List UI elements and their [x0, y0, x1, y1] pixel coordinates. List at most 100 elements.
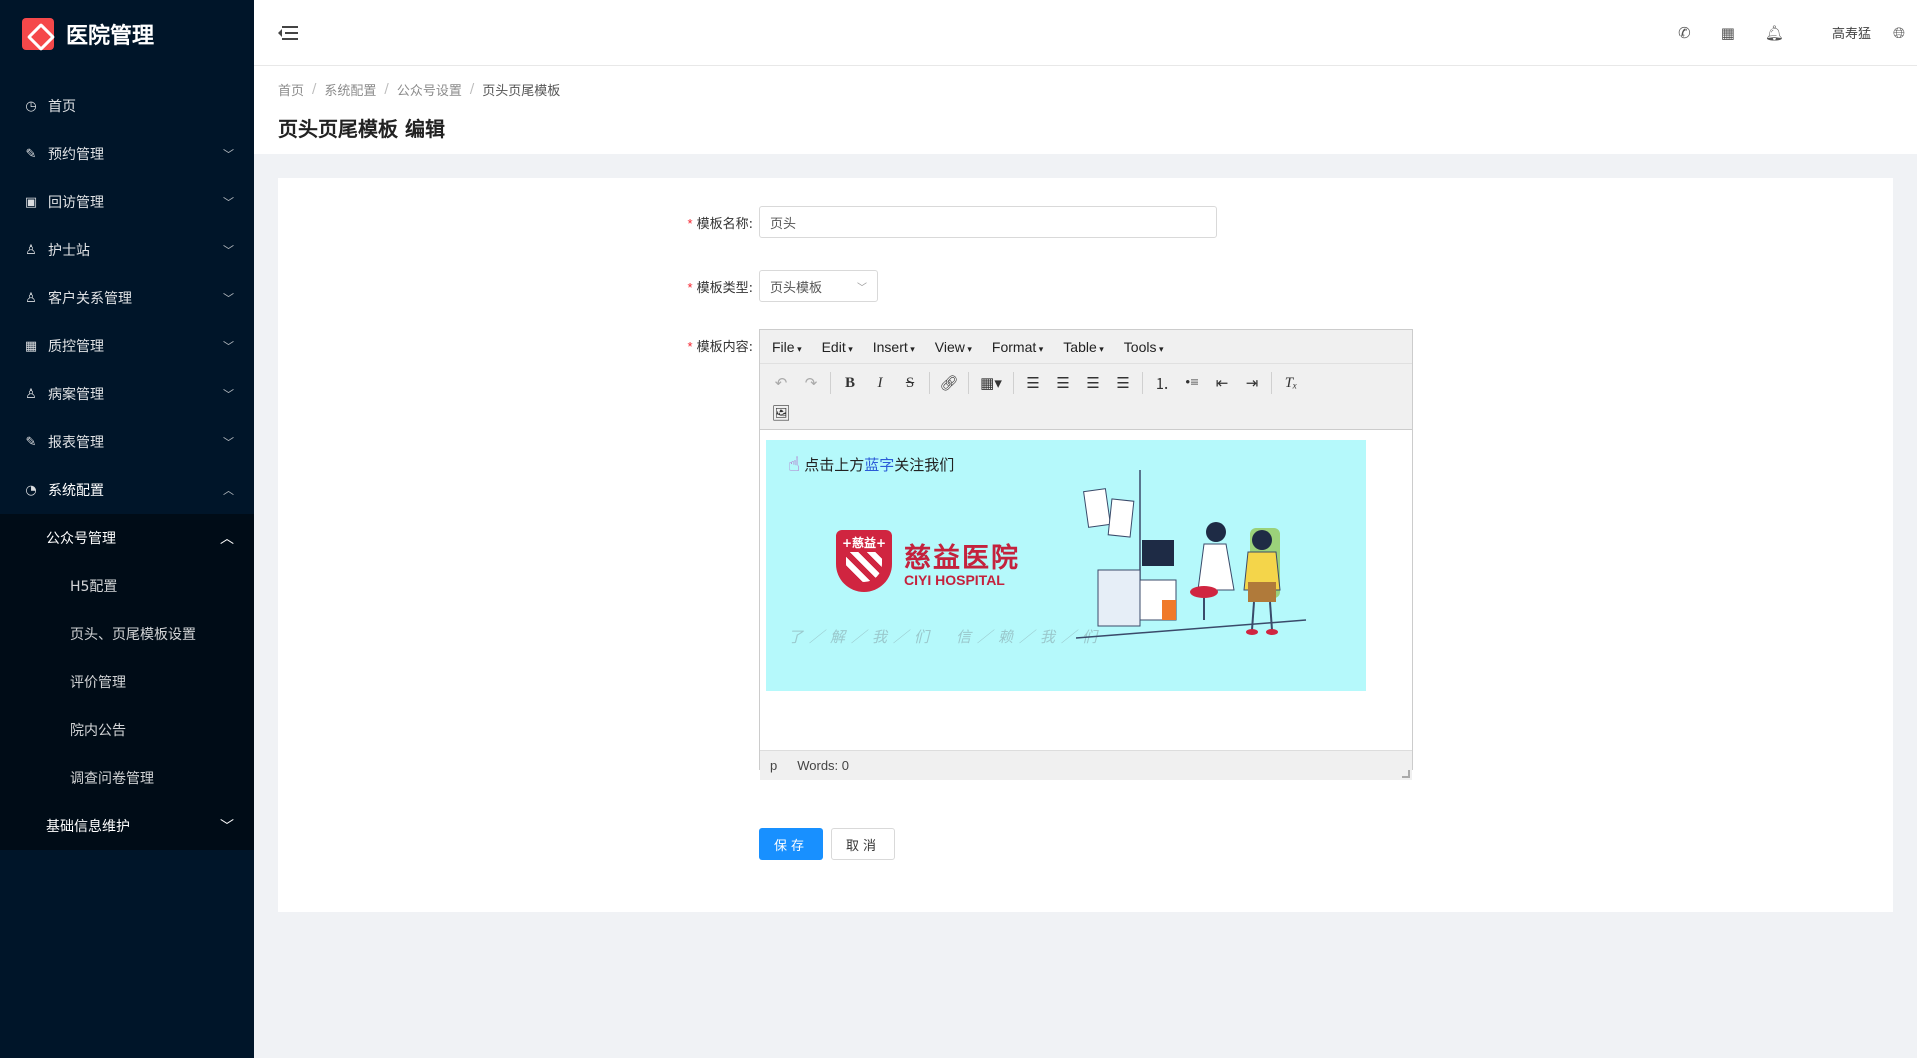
resize-handle-icon[interactable]	[1402, 770, 1410, 778]
pointer-hand-icon: ☝	[788, 452, 801, 476]
sidebar-item-h5[interactable]: H5配置	[0, 562, 254, 610]
table-icon[interactable]: ▦▾	[973, 369, 1009, 397]
chevron-up-icon: ︿	[223, 484, 234, 497]
bold-icon[interactable]: B	[835, 369, 865, 397]
table-icon: ▦	[24, 338, 38, 354]
hospital-logo-icon: +慈益+	[836, 530, 892, 592]
align-justify-icon[interactable]: ☰	[1108, 369, 1138, 397]
apps-icon[interactable]: ▦	[1721, 24, 1735, 42]
breadcrumb: 首页 / 系统配置 / 公众号设置 / 页头页尾模板	[278, 80, 561, 99]
menu-edit[interactable]: Edit	[822, 339, 853, 355]
chevron-down-icon: ﹀	[223, 196, 234, 209]
outdent-icon[interactable]: ⇤	[1207, 369, 1237, 397]
user-name[interactable]: 高寿猛	[1832, 23, 1871, 42]
rich-text-editor: File Edit Insert View Format Table Tools…	[759, 329, 1413, 780]
template-name-input[interactable]: 页头	[759, 206, 1217, 238]
chevron-down-icon: ﹀	[223, 148, 234, 161]
content-label: 模板内容:	[696, 340, 753, 355]
menu-fold-icon[interactable]	[278, 25, 298, 41]
sidebar-item-notice[interactable]: 院内公告	[0, 706, 254, 754]
app-logo[interactable]: 医院管理	[0, 0, 254, 68]
indent-icon[interactable]: ⇥	[1237, 369, 1267, 397]
breadcrumb-current: 页头页尾模板	[482, 84, 561, 99]
bullet-list-icon[interactable]: •≡	[1177, 369, 1207, 397]
sidebar-item-basic-info[interactable]: 基础信息维护 ﹀	[0, 802, 254, 850]
page-header: 首页 / 系统配置 / 公众号设置 / 页头页尾模板 页头页尾模板 编辑	[254, 66, 1917, 154]
sidebar: 医院管理 ◷ 首页 ✎ 预约管理 ﹀ ▣ 回访管理 ﹀ ♙ 护士站 ﹀ ♙ 客户…	[0, 0, 254, 1058]
save-button[interactable]: 保存	[759, 828, 823, 860]
cancel-button[interactable]: 取消	[831, 828, 895, 860]
editor-toolbar: ↶ ↷ B I S 🔗︎ ▦▾ ☰ ☰ ☰ ☰ ⒈ •≡ ⇤ ⇥ Tₓ 🖼︎	[760, 364, 1412, 430]
gauge-icon: ◔	[25, 482, 37, 498]
editor-content[interactable]: ☝ 点击上方 蓝字 关注我们 +慈益+ 慈益医院 CIYI HOSPITAL 了／解…	[760, 430, 1412, 750]
editor-statusbar: p Words: 0	[760, 750, 1412, 780]
edit-icon: ✎	[25, 434, 37, 450]
sidebar-item-followup[interactable]: ▣ 回访管理 ﹀	[0, 178, 254, 226]
app-title: 医院管理	[66, 24, 155, 49]
sidebar-item-header-footer[interactable]: 页头、页尾模板设置	[0, 610, 254, 658]
chevron-down-icon: ﹀	[857, 282, 867, 294]
lock-icon: ▣	[24, 194, 38, 210]
chevron-down-icon: ﹀	[223, 340, 234, 353]
page-title: 页头页尾模板 编辑	[278, 117, 445, 141]
menu-insert[interactable]: Insert	[873, 339, 915, 355]
chevron-up-icon: ︿	[220, 531, 234, 547]
user-icon: ♙	[25, 386, 37, 402]
doctor-patient-illustration	[1076, 470, 1307, 639]
word-count: Words: 0	[797, 758, 850, 773]
sidebar-item-wechat[interactable]: 公众号管理 ︿	[0, 514, 254, 562]
globe-icon[interactable]: 🌐︎	[1893, 24, 1905, 42]
sidebar-item-system[interactable]: ◔ 系统配置 ︿	[0, 466, 254, 514]
user-icon: ♙	[25, 290, 37, 306]
sidebar-item-survey[interactable]: 调查问卷管理	[0, 754, 254, 802]
sidebar-item-quality[interactable]: ▦ 质控管理 ﹀	[0, 322, 254, 370]
clear-format-icon[interactable]: Tₓ	[1276, 369, 1306, 397]
chevron-down-icon: ﹀	[223, 436, 234, 449]
align-center-icon[interactable]: ☰	[1048, 369, 1078, 397]
user-icon: ♙	[25, 242, 37, 258]
undo-icon[interactable]: ↶	[766, 369, 796, 397]
header-banner-image: ☝ 点击上方 蓝字 关注我们 +慈益+ 慈益医院 CIYI HOSPITAL 了／解…	[766, 440, 1366, 691]
align-right-icon[interactable]: ☰	[1078, 369, 1108, 397]
italic-icon[interactable]: I	[865, 369, 895, 397]
breadcrumb-home[interactable]: 首页	[278, 80, 304, 99]
sidebar-item-home[interactable]: ◷ 首页	[0, 82, 254, 130]
menu-tools[interactable]: Tools	[1124, 339, 1164, 355]
breadcrumb-system[interactable]: 系统配置	[324, 80, 376, 99]
sidebar-item-crm[interactable]: ♙ 客户关系管理 ﹀	[0, 274, 254, 322]
banner-follow-text: ☝ 点击上方 蓝字 关注我们	[788, 452, 955, 476]
name-row: * 模板名称: 页头	[663, 206, 1217, 238]
sidebar-item-records[interactable]: ♙ 病案管理 ﹀	[0, 370, 254, 418]
name-label: 模板名称:	[696, 216, 753, 232]
form-card: *模板名称: 页头 *模板类型: 页头模板 ﹀ *模板内容: File Edit…	[278, 178, 1893, 912]
image-icon[interactable]: 🖼︎	[766, 399, 796, 427]
breadcrumb-wechat[interactable]: 公众号设置	[397, 80, 462, 99]
top-header: ✆ ▦ 🔔︎ 高寿猛 🌐︎	[254, 0, 1917, 66]
sidebar-menu: ◷ 首页 ✎ 预约管理 ﹀ ▣ 回访管理 ﹀ ♙ 护士站 ﹀ ♙ 客户关系管理 …	[0, 82, 254, 514]
bell-icon[interactable]: 🔔︎	[1765, 24, 1784, 42]
sidebar-item-nurse[interactable]: ♙ 护士站 ﹀	[0, 226, 254, 274]
template-type-select[interactable]: 页头模板 ﹀	[759, 270, 878, 302]
menu-file[interactable]: File	[772, 339, 802, 355]
redo-icon[interactable]: ↷	[796, 369, 826, 397]
content-row: * 模板内容:	[687, 339, 753, 355]
chevron-down-icon: ﹀	[223, 292, 234, 305]
type-label: 模板类型:	[696, 280, 753, 296]
link-icon[interactable]: 🔗︎	[934, 369, 964, 397]
sidebar-item-evaluation[interactable]: 评价管理	[0, 658, 254, 706]
system-submenu: 公众号管理 ︿ H5配置 页头、页尾模板设置 评价管理 院内公告 调查问卷管理 …	[0, 514, 254, 850]
edit-icon: ✎	[25, 146, 37, 162]
sidebar-item-reports[interactable]: ✎ 报表管理 ﹀	[0, 418, 254, 466]
brand-name-en: CIYI HOSPITAL	[904, 572, 1005, 588]
element-path[interactable]: p	[770, 758, 777, 773]
numbered-list-icon[interactable]: ⒈	[1147, 369, 1177, 397]
menu-view[interactable]: View	[935, 339, 972, 355]
align-left-icon[interactable]: ☰	[1018, 369, 1048, 397]
phone-icon[interactable]: ✆	[1678, 24, 1691, 42]
menu-table[interactable]: Table	[1063, 339, 1104, 355]
dashboard-icon: ◷	[25, 98, 37, 114]
strikethrough-icon[interactable]: S	[895, 369, 925, 397]
type-row: * 模板类型: 页头模板 ﹀	[663, 270, 878, 302]
sidebar-item-appointment[interactable]: ✎ 预约管理 ﹀	[0, 130, 254, 178]
menu-format[interactable]: Format	[992, 339, 1043, 355]
